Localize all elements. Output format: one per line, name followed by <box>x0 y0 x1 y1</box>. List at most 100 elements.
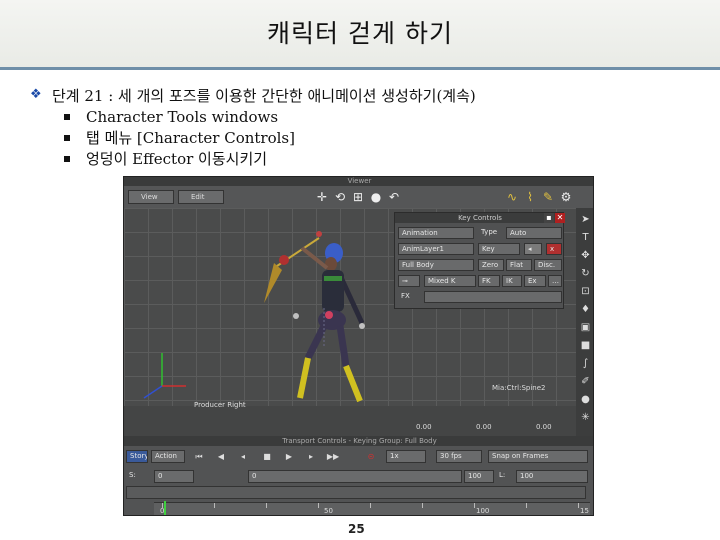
ruler-tick <box>526 503 527 508</box>
fk-button[interactable]: FK <box>478 275 500 287</box>
main-bullet: ❖ 단계 21 : 세 개의 포즈를 이용한 간단한 애니메이션 생성하기(계속… <box>30 84 710 106</box>
layer-dropdown[interactable]: AnimLayer1 <box>398 243 474 255</box>
curve-icon[interactable]: ∿ <box>504 189 520 205</box>
ruler-tick <box>370 503 371 508</box>
more-button[interactable]: … <box>548 275 562 287</box>
page-number: 25 <box>348 522 365 536</box>
rotate-icon[interactable]: ⟲ <box>332 189 348 205</box>
scale-icon[interactable]: ⊞ <box>350 189 366 205</box>
remove-key-button[interactable]: ◂ <box>524 243 542 255</box>
coord-y: 0.00 <box>476 423 492 431</box>
action-track[interactable] <box>126 486 586 499</box>
ruler-label: 50 <box>324 507 333 515</box>
length-field[interactable]: 100 <box>516 470 588 483</box>
kc-row-5: FX <box>398 291 562 303</box>
ruler-tick <box>474 503 475 508</box>
disc-button[interactable]: Disc. <box>534 259 562 271</box>
slide-title: 캐릭터 걷게 하기 <box>267 19 453 48</box>
pin-mode-icon[interactable]: ⊸ <box>398 275 420 287</box>
transport-title: Transport Controls - Keying Group: Full … <box>124 436 593 446</box>
play-icon[interactable]: ▶ <box>282 450 296 463</box>
animation-dropdown[interactable]: Animation <box>398 227 474 239</box>
curve-tool-icon[interactable]: ∫ <box>578 356 593 371</box>
square-bullet-icon <box>64 134 70 141</box>
viewer-toolbar: View Edit ✛ ⟲ ⊞ ● ↶ ∿ ⌇ ✎ ⚙ <box>124 186 593 208</box>
end-frame-field[interactable]: 100 <box>464 470 494 483</box>
pose-icon[interactable]: ⌇ <box>522 189 538 205</box>
bullet-list: ❖ 단계 21 : 세 개의 포즈를 이용한 간단한 애니메이션 생성하기(계속… <box>30 84 710 169</box>
record-icon[interactable]: ⊝ <box>364 450 378 463</box>
key-controls-title: Key Controls <box>395 213 565 223</box>
coord-x: 0.00 <box>416 423 432 431</box>
main-bullet-text: 단계 21 : 세 개의 포즈를 이용한 간단한 애니메이션 생성하기(계속) <box>52 86 476 105</box>
prev-frame-icon[interactable]: ◂ <box>236 450 250 463</box>
action-tab[interactable]: Action <box>151 450 185 463</box>
cursor-icon[interactable]: ➤ <box>578 212 593 227</box>
delete-key-button[interactable]: x <box>546 243 562 255</box>
sub-bullet-text: 엉덩이 Effector 이동시키기 <box>86 150 268 168</box>
ruler-tick <box>318 503 319 508</box>
transport-row-1: Story Action ⏮ ◀ ◂ ■ ▶ ▸ ▶▶ ⊝ 1x 30 fps … <box>124 448 593 466</box>
mixed-k-dropdown[interactable]: Mixed K <box>424 275 476 287</box>
zero-button[interactable]: Zero <box>478 259 504 271</box>
viewer-window: Viewer View Edit ✛ ⟲ ⊞ ● ↶ ∿ ⌇ ✎ ⚙ Produ… <box>123 176 594 516</box>
undo-icon[interactable]: ↶ <box>386 189 402 205</box>
go-start-icon[interactable]: ⏮ <box>192 450 206 463</box>
paint-icon[interactable]: ✐ <box>578 374 593 389</box>
ruler-label: 100 <box>476 507 490 515</box>
next-key-icon[interactable]: ▶▶ <box>326 450 340 463</box>
start-field[interactable]: 0 <box>154 470 194 483</box>
edit-menu[interactable]: Edit <box>178 190 224 204</box>
coord-z: 0.00 <box>536 423 552 431</box>
selection-label: Mia:Ctrl:Spine2 <box>492 384 546 392</box>
fx-field[interactable] <box>424 291 562 303</box>
start-frame-field[interactable]: 0 <box>248 470 462 483</box>
flat-button[interactable]: Flat <box>506 259 532 271</box>
kc-row-3: Full Body Zero Flat Disc. <box>398 259 562 271</box>
key-icon[interactable]: ✎ <box>540 189 556 205</box>
close-icon[interactable]: ✕ <box>555 213 565 223</box>
ik-button[interactable]: IK <box>502 275 522 287</box>
transport-controls: Transport Controls - Keying Group: Full … <box>124 436 593 515</box>
timeline-ruler[interactable]: 0 50 100 15 <box>154 501 590 515</box>
sub-bullet: 엉덩이 Effector 이동시키기 <box>64 148 710 169</box>
right-toolbar: ➤ T ✥ ↻ ⊡ ♦ ▣ ■ ∫ ✐ ● ✳ <box>576 208 593 436</box>
snap-dropdown[interactable]: Snap on Frames <box>488 450 588 463</box>
story-tab[interactable]: Story <box>126 450 148 463</box>
move-tool-icon[interactable]: ✥ <box>578 248 593 263</box>
marker-icon[interactable]: ♦ <box>578 302 593 317</box>
next-frame-icon[interactable]: ▸ <box>304 450 318 463</box>
start-label: S: <box>129 471 136 479</box>
sphere-icon[interactable]: ● <box>578 392 593 407</box>
key-button[interactable]: Key <box>478 243 520 255</box>
fps-dropdown[interactable]: 30 fps <box>436 450 482 463</box>
ex-button[interactable]: Ex <box>524 275 546 287</box>
type-dropdown[interactable]: Auto <box>506 227 562 239</box>
key-controls-panel: Key Controls ▪ ✕ Animation Type Auto Ani… <box>394 212 565 309</box>
view-menu[interactable]: View <box>128 190 174 204</box>
text-icon[interactable]: T <box>578 230 593 245</box>
kc-row-2: AnimLayer1 Key ◂ x <box>398 243 562 255</box>
select-icon[interactable]: ● <box>368 189 384 205</box>
sub-bullet-text: 탭 메뉴 [Character Controls] <box>86 129 295 147</box>
stop-icon[interactable]: ■ <box>260 450 274 463</box>
ruler-tick <box>422 503 423 508</box>
scale-tool-icon[interactable]: ⊡ <box>578 284 593 299</box>
kc-row-4: ⊸ Mixed K FK IK Ex … <box>398 275 562 287</box>
type-label: Type <box>481 228 498 236</box>
move-icon[interactable]: ✛ <box>314 189 330 205</box>
star-icon[interactable]: ✳ <box>578 410 593 425</box>
cube-icon[interactable]: ▣ <box>578 320 593 335</box>
playhead[interactable] <box>164 501 166 515</box>
title-band: 캐릭터 걷게 하기 <box>0 0 720 70</box>
pin-icon[interactable]: ▪ <box>544 213 554 223</box>
rotate-tool-icon[interactable]: ↻ <box>578 266 593 281</box>
body-part-dropdown[interactable]: Full Body <box>398 259 474 271</box>
ruler-tick <box>214 503 215 508</box>
speed-dropdown[interactable]: 1x <box>386 450 426 463</box>
box-icon[interactable]: ■ <box>578 338 593 353</box>
filter-icon[interactable]: ⚙ <box>558 189 574 205</box>
ruler-label: 15 <box>580 507 589 515</box>
viewer-title: Viewer <box>124 177 593 186</box>
prev-key-icon[interactable]: ◀ <box>214 450 228 463</box>
